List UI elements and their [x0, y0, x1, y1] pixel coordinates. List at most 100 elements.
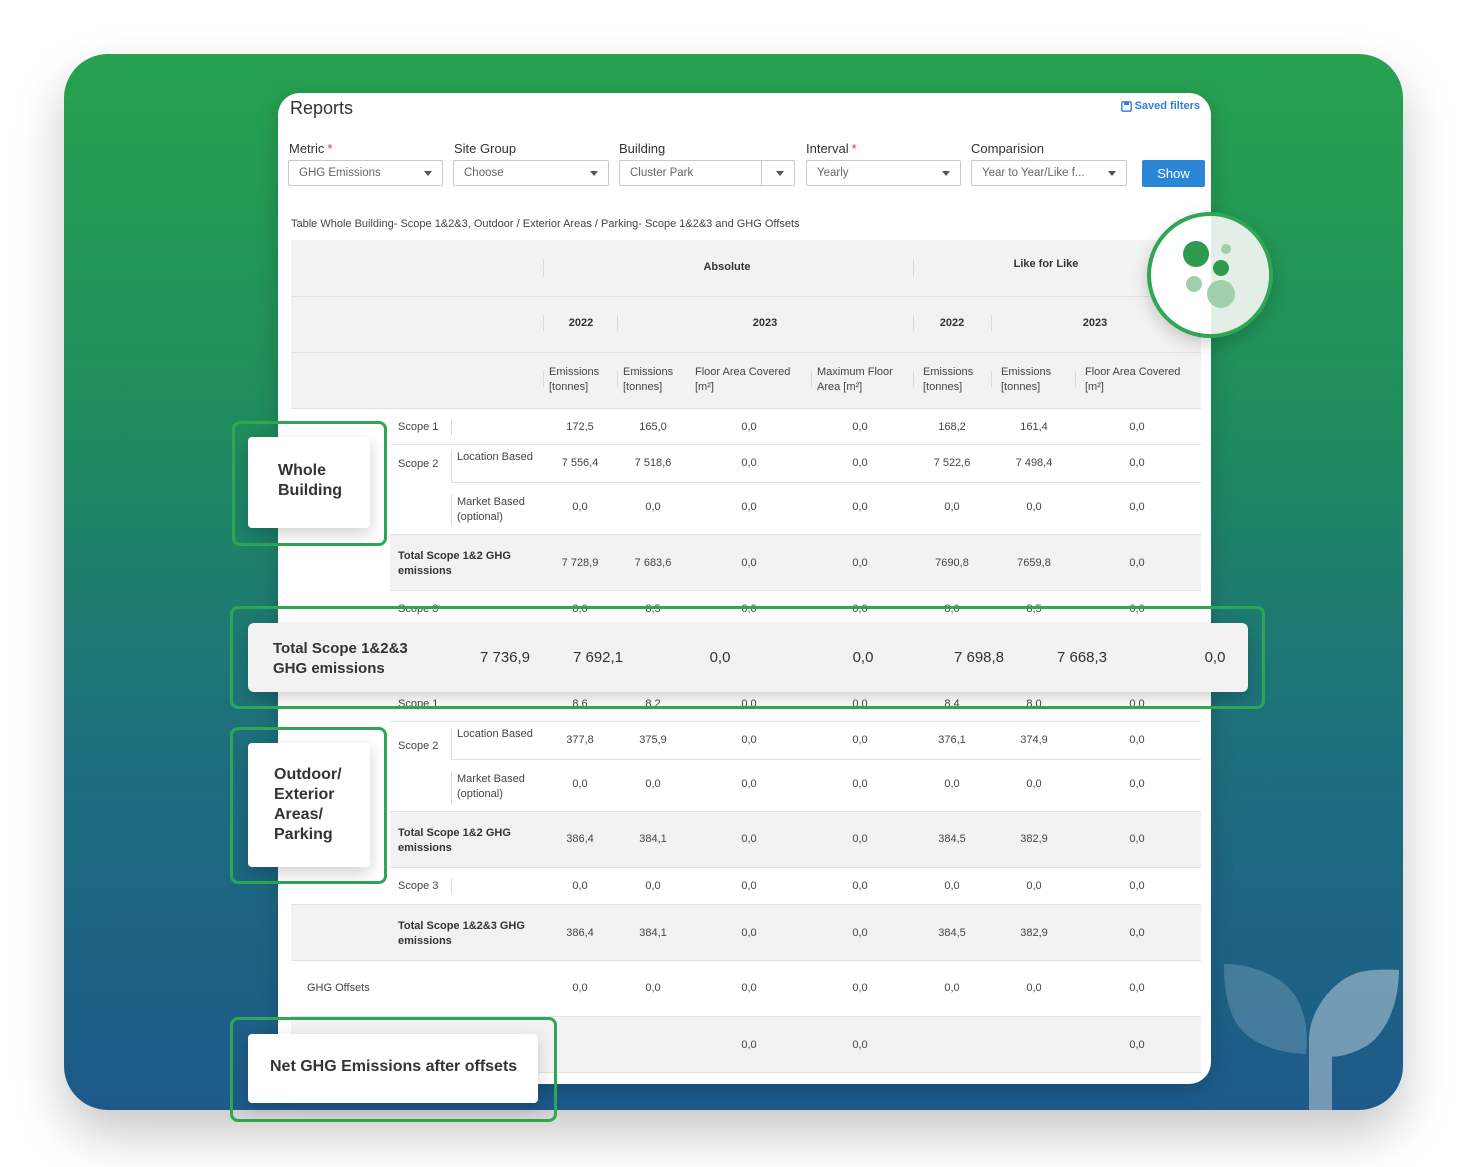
- row-sublabel: Market Based (optional): [457, 773, 525, 800]
- year-header: 2023: [1082, 317, 1108, 329]
- row-label: Total Scope 1&2&3 GHG emissions: [398, 920, 525, 947]
- column-header: Floor Area Covered [m²]: [695, 366, 791, 393]
- table-cell: 0,0: [852, 457, 868, 469]
- table-cell: 7 728,9: [561, 557, 599, 569]
- table-cell: 0,0: [572, 501, 588, 513]
- table-cell: 0,0: [944, 982, 960, 994]
- table-cell: 0,0: [852, 778, 868, 790]
- row-sublabel: Location Based: [457, 451, 533, 463]
- table-cell: 377,8: [566, 734, 594, 746]
- table-cell: 0,0: [1129, 833, 1145, 845]
- interval-label: Interval *: [806, 141, 857, 156]
- table-cell: 0,0: [852, 1039, 868, 1051]
- row-label: Scope 2: [398, 458, 439, 470]
- building-select[interactable]: Cluster Park: [619, 160, 795, 186]
- table-cell: 0,0: [741, 501, 757, 513]
- table-cell: 172,5: [566, 421, 594, 433]
- caret-down-icon: [776, 171, 784, 176]
- column-header: Floor Area Covered [m²]: [1085, 366, 1181, 393]
- table-cell: 376,1: [938, 734, 966, 746]
- table-cell: 0,0: [645, 778, 661, 790]
- table-cell: 0,0: [852, 421, 868, 433]
- row-label: Scope 3: [398, 880, 439, 892]
- table-cell: 384,5: [938, 927, 966, 939]
- table-cell: 0,0: [572, 778, 588, 790]
- table-cell: 0,0: [944, 880, 960, 892]
- table-cell: 168,2: [938, 421, 966, 433]
- outdoor-callout: Outdoor/ Exterior Areas/ Parking: [248, 743, 370, 867]
- table-caption: Table Whole Building- Scope 1&2&3, Outdo…: [291, 218, 800, 230]
- whole-building-callout: Whole Building: [248, 437, 370, 528]
- table-cell: 0,0: [572, 880, 588, 892]
- year-header: 2022: [939, 317, 965, 329]
- table-cell: 0,0: [741, 833, 757, 845]
- table-cell: 0,0: [1129, 457, 1145, 469]
- table-cell: 0,0: [852, 734, 868, 746]
- table-cell: 0,0: [741, 557, 757, 569]
- table-cell: 161,4: [1020, 421, 1048, 433]
- show-button[interactable]: Show: [1142, 160, 1205, 187]
- bubble-logo-icon: [1147, 212, 1273, 338]
- comparison-label: Comparision: [971, 141, 1044, 156]
- interval-select[interactable]: Yearly: [806, 160, 961, 186]
- table-cell: 0,0: [1129, 421, 1145, 433]
- table-cell: 0,0: [1129, 1039, 1145, 1051]
- row-label: Total Scope 1&2 GHG emissions: [398, 827, 511, 854]
- table-cell: 0,0: [1129, 501, 1145, 513]
- table-cell: 0,0: [1129, 927, 1145, 939]
- table-cell: 0,0: [944, 778, 960, 790]
- metric-select[interactable]: GHG Emissions: [288, 160, 443, 186]
- year-header: 2022: [568, 317, 594, 329]
- sprout-leaf-icon: [1224, 964, 1399, 1110]
- table-cell: 382,9: [1020, 833, 1048, 845]
- table-cell: 0,0: [741, 778, 757, 790]
- table-cell: 7 522,6: [933, 457, 971, 469]
- row-label: Total Scope 1&2 GHG emissions: [398, 550, 511, 577]
- table-cell: 0,0: [852, 501, 868, 513]
- table-cell: 0,0: [852, 927, 868, 939]
- table-cell: 7 518,6: [634, 457, 672, 469]
- save-icon: [1120, 100, 1132, 112]
- table-cell: 7659,8: [1017, 557, 1051, 569]
- metric-label: Metric *: [289, 141, 333, 156]
- table-cell: 0,0: [572, 982, 588, 994]
- column-header: Emissions [tonnes]: [549, 366, 600, 393]
- table-cell: 0,0: [741, 880, 757, 892]
- table-cell: 0,0: [1026, 778, 1042, 790]
- table-cell: 0,0: [1129, 880, 1145, 892]
- caret-down-icon: [942, 171, 950, 176]
- table-cell: 0,0: [852, 982, 868, 994]
- table-cell: 386,4: [566, 833, 594, 845]
- table-cell: 0,0: [1026, 501, 1042, 513]
- like-for-like-header: Like for Like: [1013, 258, 1079, 270]
- column-header: Emissions [tonnes]: [923, 366, 974, 393]
- row-label: GHG Offsets: [307, 982, 370, 994]
- table-cell: 0,0: [852, 557, 868, 569]
- site-group-label: Site Group: [454, 141, 517, 156]
- table-cell: 0,0: [645, 982, 661, 994]
- column-header: Maximum Floor Area [m²]: [817, 366, 893, 393]
- table-cell: 0,0: [741, 734, 757, 746]
- column-header: Emissions [tonnes]: [1001, 366, 1052, 393]
- table-cell: 0,0: [944, 501, 960, 513]
- site-group-select[interactable]: Choose: [453, 160, 609, 186]
- table-cell: 384,5: [938, 833, 966, 845]
- table-cell: 0,0: [1026, 880, 1042, 892]
- table-cell: 0,0: [1026, 982, 1042, 994]
- table-cell: 7 683,6: [634, 557, 672, 569]
- caret-down-icon: [424, 171, 432, 176]
- row-label: Scope 1: [398, 421, 439, 433]
- row-sublabel: Location Based: [457, 728, 533, 740]
- page-title: Reports: [290, 98, 354, 118]
- table-cell: 384,1: [639, 833, 667, 845]
- table-cell: 0,0: [645, 501, 661, 513]
- building-label: Building: [619, 141, 666, 156]
- table-cell: 165,0: [639, 421, 667, 433]
- table-cell: 0,0: [741, 927, 757, 939]
- table-cell: 0,0: [741, 982, 757, 994]
- comparison-select[interactable]: Year to Year/Like f...: [971, 160, 1127, 186]
- caret-down-icon: [590, 171, 598, 176]
- saved-filters-link[interactable]: Saved filters: [1120, 100, 1200, 112]
- table-cell: 0,0: [741, 1039, 757, 1051]
- table-cell: 384,1: [639, 927, 667, 939]
